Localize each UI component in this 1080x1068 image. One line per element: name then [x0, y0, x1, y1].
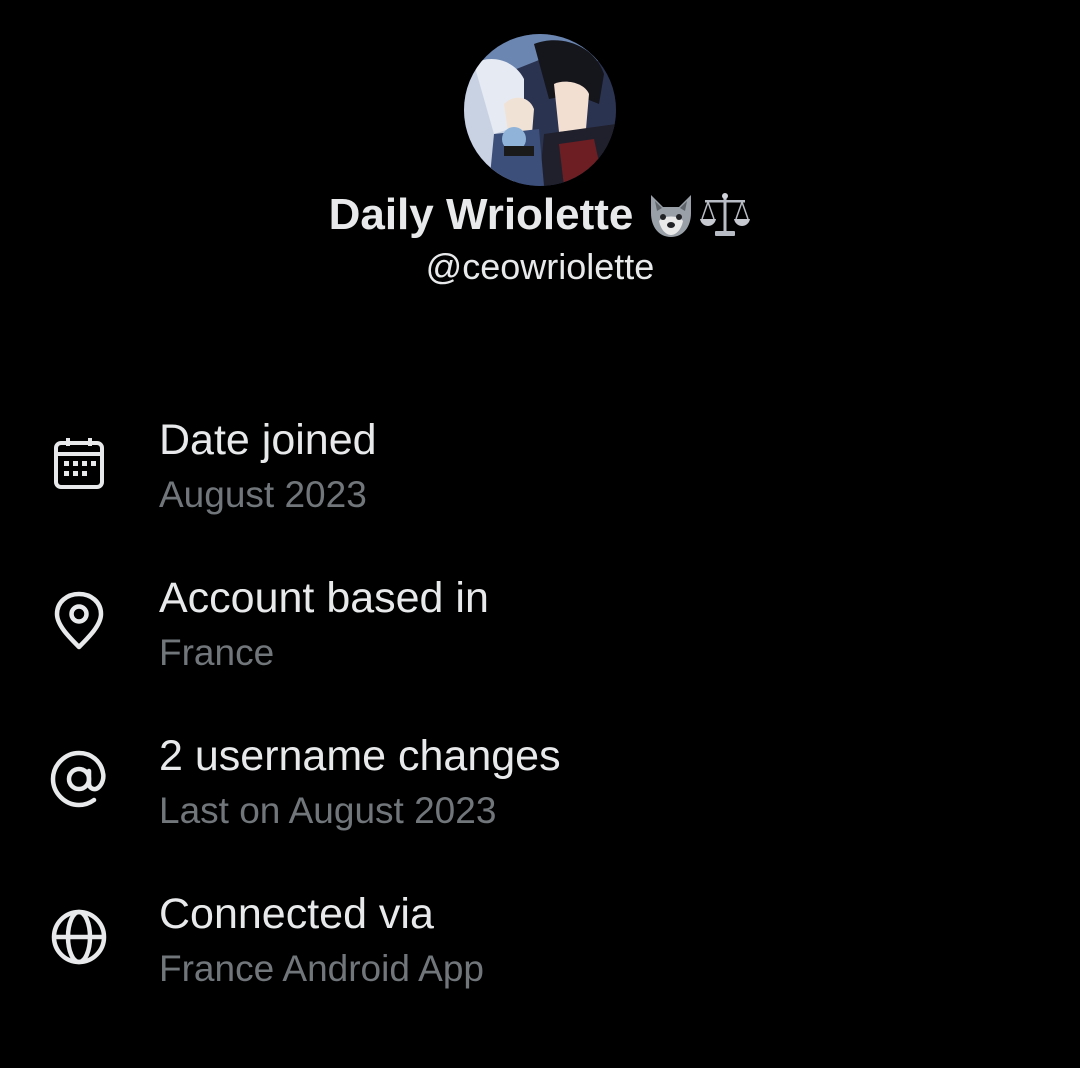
display-name: Daily Wriolette — [328, 190, 634, 239]
avatar[interactable] — [464, 34, 616, 186]
balance-scale-emoji — [700, 193, 751, 236]
info-title: 2 username changes — [159, 732, 561, 780]
info-subtitle: France — [159, 632, 275, 673]
calendar-icon — [48, 432, 110, 494]
info-subtitle: France Android App — [159, 948, 484, 989]
profile-handle: @ceowriolette — [425, 246, 655, 287]
info-title: Connected via — [159, 890, 434, 938]
info-row-username-changes: 2 username changes Last on August 2023 — [0, 724, 1080, 834]
globe-icon — [48, 906, 110, 968]
info-row-account-based-in: Account based in France — [0, 566, 1080, 676]
display-name-row: Daily Wriolette — [0, 186, 1080, 244]
info-title: Date joined — [159, 416, 377, 464]
at-sign-icon — [48, 748, 110, 810]
info-title: Account based in — [159, 574, 489, 622]
info-row-date-joined: Date joined August 2023 — [0, 408, 1080, 518]
name-emojis — [645, 191, 751, 239]
wolf-emoji — [651, 195, 692, 237]
info-subtitle: August 2023 — [159, 474, 367, 515]
info-row-connected-via: Connected via France Android App — [0, 882, 1080, 992]
location-pin-icon — [48, 590, 110, 652]
info-subtitle: Last on August 2023 — [159, 790, 497, 831]
profile-header: Daily Wriolette @ceowriolette — [0, 0, 1080, 300]
